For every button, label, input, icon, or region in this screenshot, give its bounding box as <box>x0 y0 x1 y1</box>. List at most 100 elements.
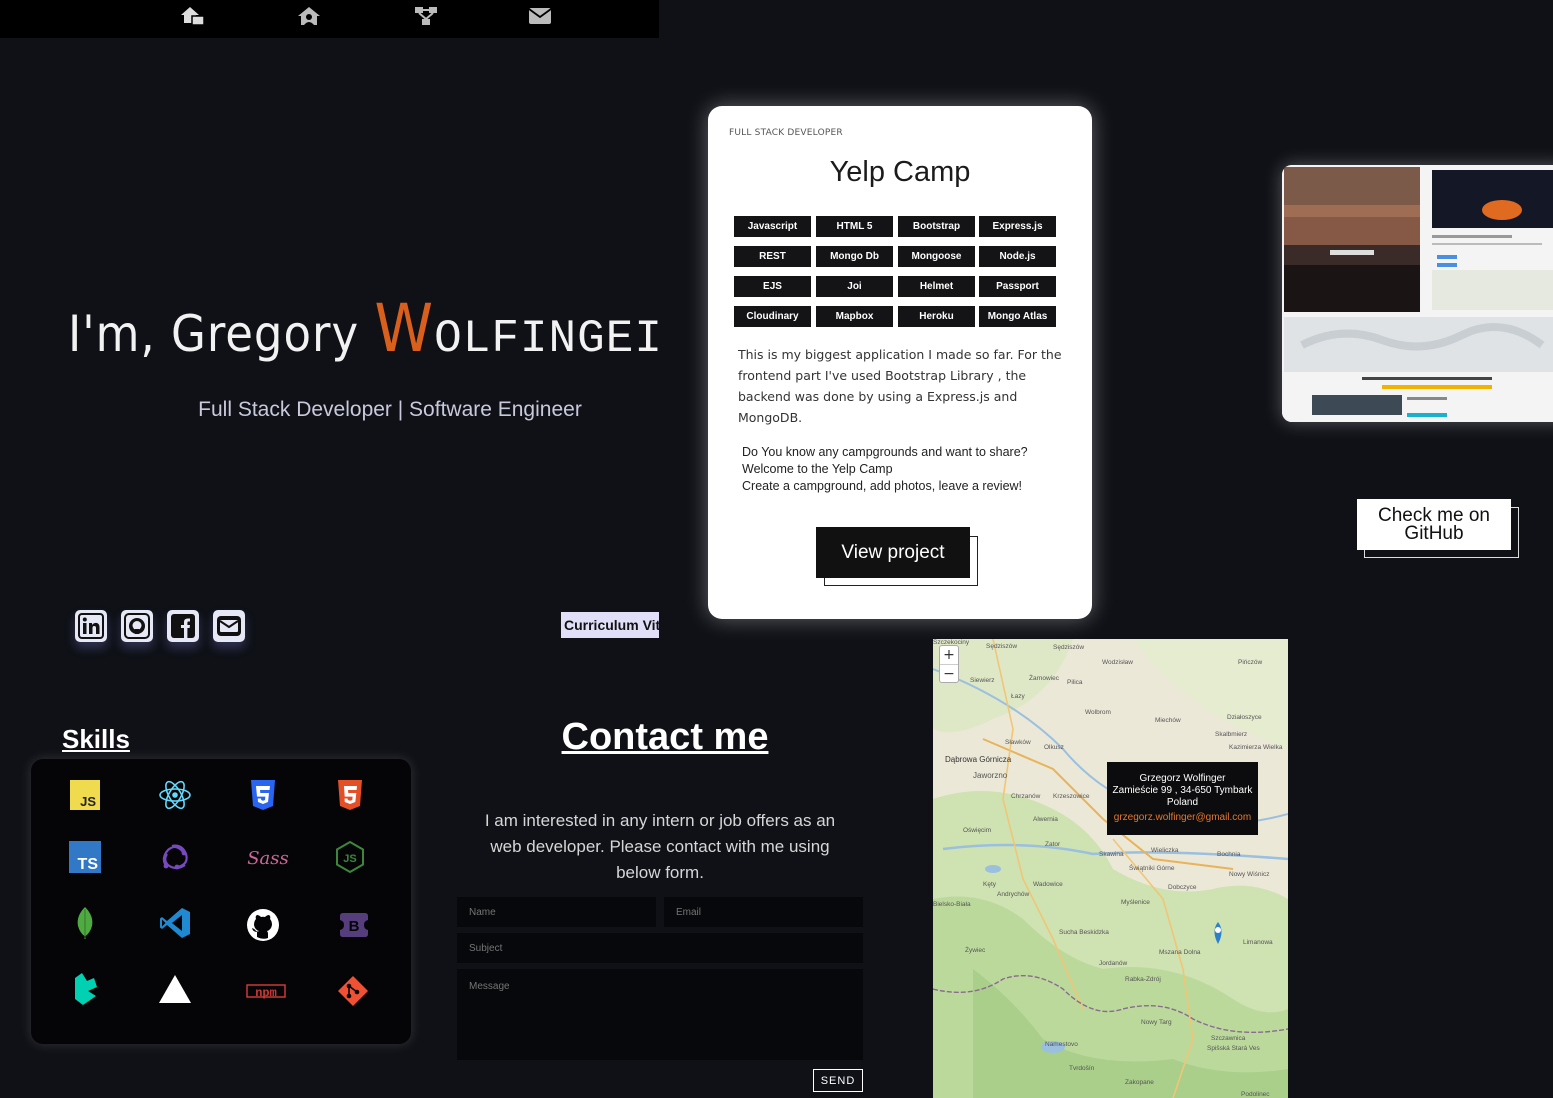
map-town-label: Wadowice <box>1033 881 1063 888</box>
map-town-label: Limanowa <box>1243 939 1273 946</box>
tech-tag: Node.js <box>979 246 1056 267</box>
map-town-label: Jaworzno <box>973 771 1008 780</box>
map-town-label: Dobczyce <box>1168 884 1197 891</box>
tech-tag: Mapbox <box>816 306 893 327</box>
send-button[interactable]: SEND <box>813 1069 863 1092</box>
hero-subtitle: Full Stack Developer | Software Engineer <box>198 398 582 421</box>
location-map[interactable]: Szczekociny Sędziszów Sędziszów Wodzisła… <box>933 639 1288 1098</box>
project-extra-line: Welcome to the Yelp Camp <box>742 462 893 476</box>
map-town-label: Żywiec <box>965 947 986 954</box>
popup-name: Grzegorz Wolfinger <box>1139 773 1226 784</box>
subject-input[interactable] <box>457 933 863 963</box>
map-town-label: Sędziszów <box>1053 644 1085 651</box>
check-github-button[interactable]: Check me on GitHub <box>1357 499 1511 550</box>
react-icon <box>158 778 192 812</box>
mongodb-icon <box>68 906 102 940</box>
map-town-label: Olkusz <box>1044 744 1064 751</box>
javascript-icon: JS <box>68 778 102 812</box>
redux-icon <box>158 840 192 874</box>
tech-tag: Mongo Atlas <box>979 306 1056 327</box>
npm-icon: npm <box>246 974 286 1008</box>
map-town-label: Alwernia <box>1033 816 1058 823</box>
map-town-label: Sędziszów <box>986 643 1018 650</box>
map-town-label: Wodzisław <box>1102 659 1133 666</box>
envelope-icon[interactable] <box>527 5 553 27</box>
map-town-label: Kazimierza Wielka <box>1229 744 1283 751</box>
tech-tag: EJS <box>734 276 811 297</box>
map-town-label: Świątniki Górne <box>1129 865 1175 872</box>
zoom-out-button[interactable]: − <box>940 665 958 683</box>
nodejs-icon: JS <box>333 840 367 874</box>
map-town-label: Sławków <box>1005 739 1031 746</box>
zoom-in-button[interactable]: + <box>940 646 958 665</box>
github-icon[interactable] <box>121 610 153 642</box>
project-kicker: FULL STACK DEVELOPER <box>729 128 843 138</box>
tech-tag: HTML 5 <box>816 216 893 237</box>
svg-text:JS: JS <box>80 794 96 809</box>
svg-text:B: B <box>349 918 360 935</box>
map-town-label: Oświęcim <box>963 827 992 834</box>
typescript-icon: TS <box>68 840 102 874</box>
project-extra: Do You know any campgrounds and want to … <box>742 444 1072 495</box>
popup-address: Zamieście 99 , 34-650 Tymbark <box>1112 785 1253 796</box>
vscode-icon <box>158 906 192 940</box>
tech-tag: REST <box>734 246 811 267</box>
project-title: Yelp Camp <box>829 156 971 188</box>
project-card: FULL STACK DEVELOPER Yelp Camp Javascrip… <box>708 106 1092 619</box>
map-town-label: Bielsko-Biała <box>933 901 971 908</box>
skills-grid: JS TS Sass JS B npm <box>31 759 411 1044</box>
github-button-line: Check me on <box>1378 504 1490 526</box>
skills-title: Skills <box>62 724 130 754</box>
contact-title: Contact me <box>561 716 769 758</box>
name-input[interactable] <box>457 897 656 927</box>
map-zoom-control: + − <box>939 645 959 683</box>
map-town-label: Sucha Beskidzka <box>1059 929 1109 936</box>
view-project-button[interactable]: View project <box>816 527 970 578</box>
git-icon <box>336 974 370 1008</box>
mail-icon[interactable] <box>213 610 245 642</box>
map-town-label: Wieliczka <box>1151 847 1179 854</box>
map-town-label: Łazy <box>1011 693 1025 700</box>
map-town-label: Myślenice <box>1121 899 1150 906</box>
map-town-label: Dąbrowa Górnicza <box>945 755 1012 764</box>
project-description: This is my biggest application I made so… <box>738 347 1062 425</box>
github-icon <box>246 908 280 942</box>
tech-tag: Mongo Db <box>816 246 893 267</box>
home-user-icon[interactable] <box>296 5 322 27</box>
map-town-label: Podolinec <box>1241 1091 1270 1098</box>
tech-tag: Cloudinary <box>734 306 811 327</box>
popup-email-link[interactable]: grzegorz.wolfinger@gmail.com <box>1107 812 1258 824</box>
map-town-label: Zakopane <box>1125 1079 1154 1086</box>
map-town-label: Pińczów <box>1238 659 1263 666</box>
map-town-label: Miechów <box>1155 717 1181 724</box>
svg-text:npm: npm <box>255 986 277 1000</box>
facebook-icon[interactable] <box>167 610 199 642</box>
message-textarea[interactable] <box>457 969 863 1060</box>
tech-tag: Javascript <box>734 216 811 237</box>
html5-icon <box>333 778 367 812</box>
map-town-label: Nowy Targ <box>1141 1019 1172 1026</box>
tech-tag: Mongoose <box>898 246 975 267</box>
tech-tag: Helmet <box>898 276 975 297</box>
map-popup: Grzegorz Wolfinger Zamieście 99 , 34-650… <box>1107 762 1258 835</box>
map-town-label: Namestovo <box>1045 1041 1078 1048</box>
sitemap-icon[interactable] <box>413 5 439 27</box>
svg-text:JS: JS <box>343 853 356 865</box>
map-town-label: Zator <box>1045 841 1061 848</box>
map-town-label: Spišská Stará Ves <box>1207 1045 1260 1052</box>
map-town-label: Tvrdošín <box>1069 1065 1095 1072</box>
cv-button[interactable]: Curriculum Vitae <box>561 612 659 638</box>
bootstrap-icon: B <box>337 908 371 942</box>
home-devices-icon[interactable] <box>179 5 205 27</box>
map-town-label: Działoszyce <box>1227 714 1262 721</box>
hero-first-letter: W <box>374 290 435 367</box>
bulma-icon <box>68 972 102 1006</box>
hero-surname: OLFINGEI <box>434 313 659 365</box>
tech-tag: Joi <box>816 276 893 297</box>
popup-country: Poland <box>1166 797 1199 808</box>
github-button-line: GitHub <box>1404 522 1464 544</box>
linkedin-icon[interactable] <box>75 610 107 642</box>
map-town-label: Skawina <box>1099 851 1124 858</box>
email-input[interactable] <box>664 897 863 927</box>
project-extra-line: Create a campground, add photos, leave a… <box>742 479 1023 493</box>
